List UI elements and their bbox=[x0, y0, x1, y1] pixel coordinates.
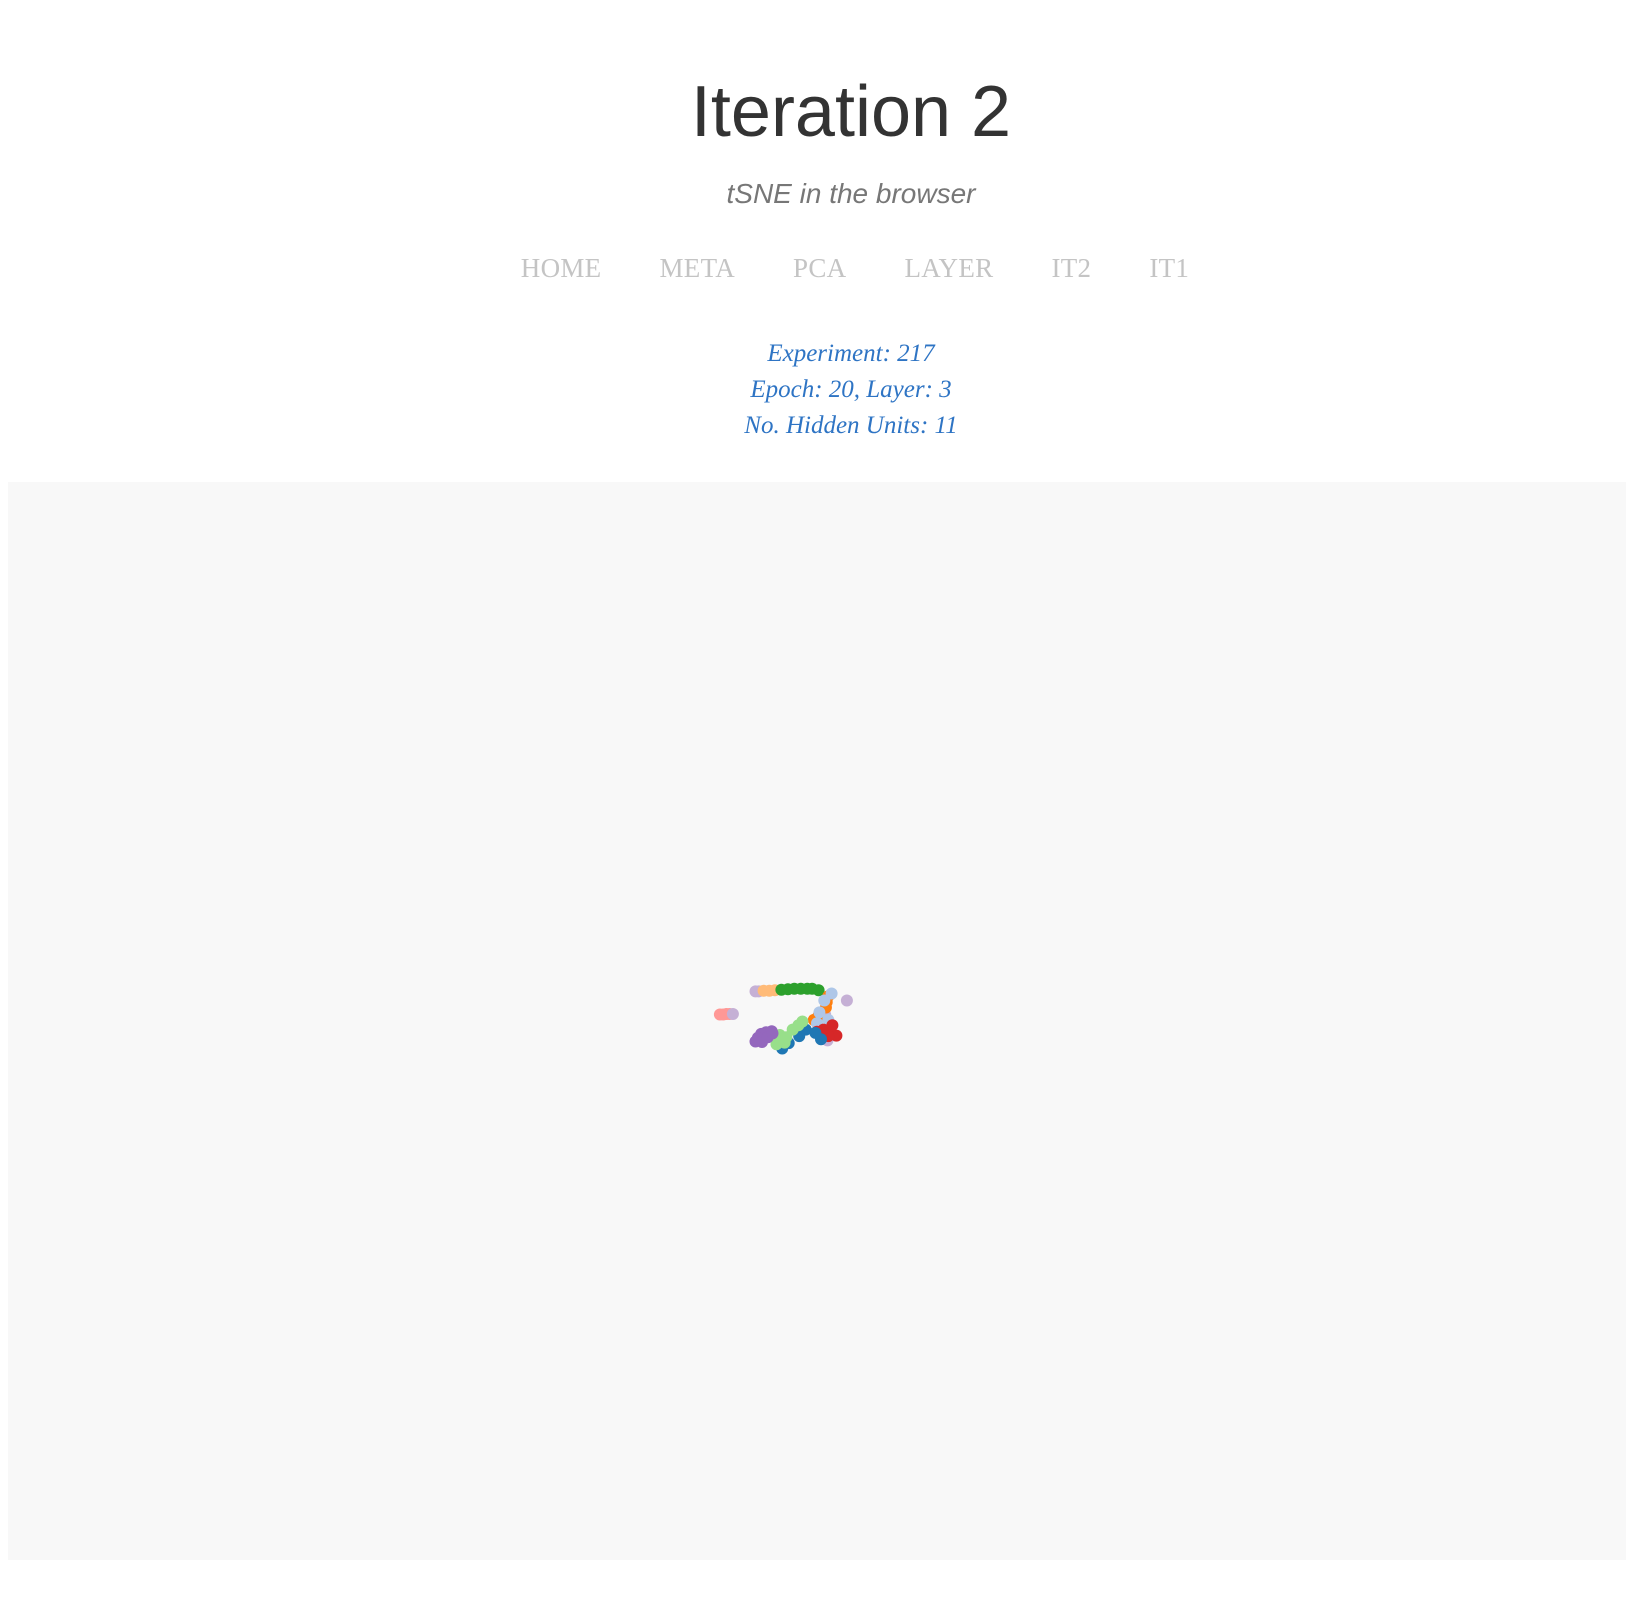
data-point[interactable] bbox=[826, 1019, 839, 1032]
nav-item-pca[interactable]: PCA bbox=[793, 250, 846, 286]
nav-item-layer[interactable]: LAYER bbox=[904, 250, 993, 286]
nav-item-meta[interactable]: META bbox=[659, 250, 735, 286]
series-3 bbox=[775, 982, 825, 997]
tsne-embedding-panel[interactable] bbox=[8, 482, 1626, 1560]
page-title: Iteration 2 bbox=[690, 72, 1012, 152]
data-point[interactable] bbox=[840, 994, 853, 1007]
experiment-info: Experiment: 217 Epoch: 20, Layer: 3 No. … bbox=[0, 336, 1626, 444]
nav-item-home[interactable]: HOME bbox=[521, 250, 602, 286]
nav-item-it2[interactable]: IT2 bbox=[1051, 250, 1091, 286]
data-point[interactable] bbox=[813, 1006, 826, 1019]
hidden-units-label: No. Hidden Units: 11 bbox=[744, 412, 958, 439]
nav-item-it1[interactable]: IT1 bbox=[1149, 250, 1189, 286]
tsne-scatter-plot[interactable] bbox=[8, 482, 1626, 1560]
epoch-layer-label: Epoch: 20, Layer: 3 bbox=[750, 376, 952, 403]
data-point[interactable] bbox=[809, 1026, 822, 1039]
experiment-label: Experiment: 217 bbox=[767, 340, 935, 367]
page-subtitle: tSNE in the browser bbox=[726, 178, 976, 209]
data-point[interactable] bbox=[766, 1027, 779, 1040]
main-nav: HOME META PCA LAYER IT2 IT1 bbox=[0, 250, 1626, 286]
data-point[interactable] bbox=[726, 1008, 739, 1020]
data-point[interactable] bbox=[796, 1015, 809, 1028]
data-point[interactable] bbox=[818, 994, 831, 1007]
